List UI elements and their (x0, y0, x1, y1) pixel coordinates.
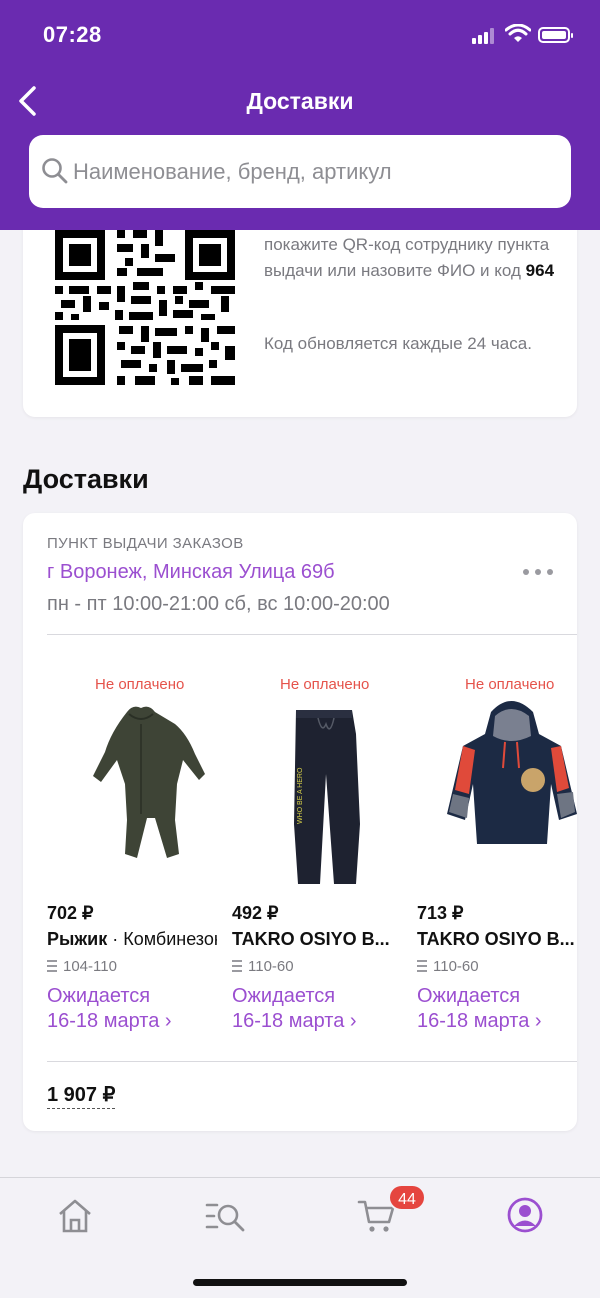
pickup-address[interactable]: г Воронеж, Минская Улица 69б (47, 561, 335, 584)
cart-count-badge: 44 (388, 1184, 426, 1211)
search-placeholder: Наименование, бренд, артикул (73, 159, 392, 184)
pickup-code: 964 (525, 261, 555, 280)
product-price: 492 ₽ (232, 903, 279, 923)
divider (47, 1061, 577, 1062)
product-size: 110-60 (232, 958, 294, 975)
product-image-jumpsuit (93, 706, 205, 858)
payment-status: Не оплачено (465, 676, 555, 693)
payment-status: Не оплачено (280, 676, 370, 693)
delivery-card: ПУНКТ ВЫДАЧИ ЗАКАЗОВ г Воронеж, Минская … (23, 513, 577, 1131)
battery-icon (538, 27, 573, 43)
status-time: 07:28 (43, 22, 102, 47)
product-size: 110-60 (417, 958, 479, 975)
app-header: 07:28 Доставки Наименование, бренд, арти… (0, 0, 600, 230)
product-price: 713 ₽ (417, 903, 464, 923)
home-indicator[interactable] (193, 1279, 407, 1286)
order-total[interactable]: 1 907 ₽ (47, 1082, 116, 1109)
search-icon (42, 158, 68, 184)
size-icon (417, 960, 427, 972)
qr-instruction: покажите QR-код сотруднику пункта выдачи… (264, 235, 555, 280)
page-title: Доставки (246, 88, 354, 114)
pickup-hours: пн - пт 10:00-21:00 сб, вс 10:00-20:00 (47, 593, 390, 615)
expected-date-link[interactable]: Ожидается 16-18 марта › (417, 984, 542, 1034)
product-name: Рыжик · Комбинезон (47, 929, 217, 949)
profile-icon[interactable] (505, 1195, 545, 1235)
product-name: TAKRO OSIYO B... (417, 929, 575, 949)
product-card[interactable]: Не оплачено 702 ₽ Рыжик · Комбинезон 104… (47, 658, 227, 1048)
product-card[interactable]: Не оплачено 713 ₽ TAKRO OSIYO B... 110-6… (417, 658, 577, 1048)
home-icon[interactable] (55, 1196, 95, 1236)
product-size: 104-110 (47, 958, 117, 975)
product-price: 702 ₽ (47, 903, 94, 923)
product-name: TAKRO OSIYO B... (232, 929, 390, 949)
search-input[interactable]: Наименование, бренд, артикул (29, 135, 571, 208)
qr-refresh-note: Код обновляется каждые 24 часа. (264, 334, 532, 353)
qr-code (55, 230, 235, 385)
size-icon (47, 960, 57, 972)
product-image-pants: WHO BE A HERO (294, 710, 360, 884)
expected-date-link[interactable]: Ожидается 16-18 марта › (47, 984, 172, 1034)
catalog-search-icon[interactable] (205, 1196, 245, 1236)
expected-date-link[interactable]: Ожидается 16-18 марта › (232, 984, 357, 1034)
cellular-signal-icon (472, 28, 498, 44)
status-bar: 07:28 (0, 0, 600, 70)
size-icon (232, 960, 242, 972)
product-card[interactable]: Не оплачено WHO BE A HERO 492 ₽ TAKRO OS… (232, 658, 412, 1048)
tab-bar: 44 (0, 1177, 600, 1298)
svg-text:WHO BE A HERO: WHO BE A HERO (297, 767, 304, 824)
more-options-icon[interactable] (523, 569, 555, 579)
wifi-icon (505, 24, 531, 42)
section-title: Доставки (23, 464, 149, 494)
payment-status: Не оплачено (95, 676, 185, 693)
divider (47, 634, 577, 635)
product-image-hoodie (447, 701, 577, 844)
pickup-point-label: ПУНКТ ВЫДАЧИ ЗАКАЗОВ (47, 535, 244, 552)
